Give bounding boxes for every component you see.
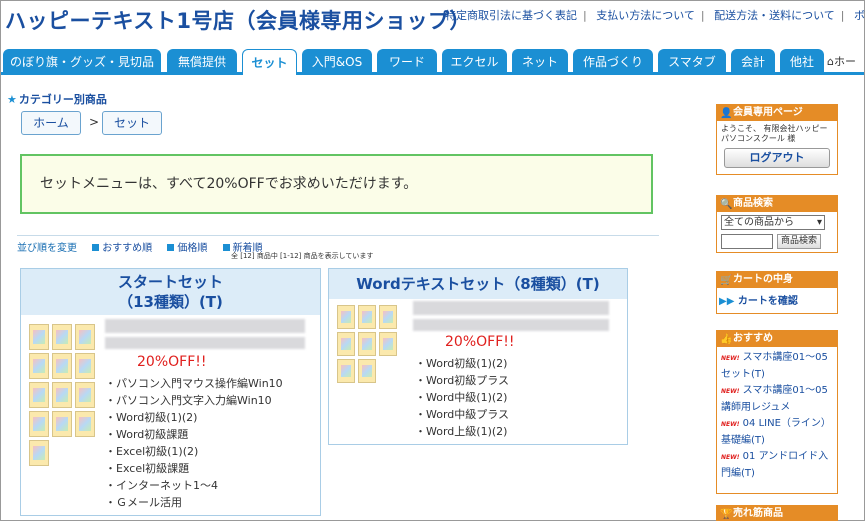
list-item: Word初級プラス (415, 372, 509, 389)
recommend-item[interactable]: NEW! 04 LINE（ライン）基礎編(T) (721, 416, 833, 449)
breadcrumb-home[interactable]: ホーム (21, 111, 81, 135)
new-badge: NEW! (721, 454, 740, 461)
list-item: Word中級(1)(2) (415, 389, 509, 406)
breadcrumb-separator: > (89, 115, 100, 129)
new-badge: NEW! (721, 388, 740, 395)
welcome-text: ようこそ、 有限会社ハッピーパソコンスクール 様 (721, 124, 828, 143)
star-icon: ★ (7, 93, 17, 106)
sort-recommended[interactable]: おすすめ順 (92, 243, 152, 254)
tab-word[interactable]: ワード (377, 49, 437, 75)
view-cart-link[interactable]: ▶▶ カートを確認 (717, 288, 837, 311)
product-title[interactable]: スタートセット （13種類）(T) (21, 269, 320, 315)
recommend-item[interactable]: NEW! スマホ講座01～05 講師用レジュメ (721, 383, 833, 416)
redacted-text (413, 301, 609, 315)
tab-accounting[interactable]: 会計 (731, 49, 775, 75)
tab-craft[interactable]: 作品づくり (573, 49, 653, 75)
tab-smartphone[interactable]: スマタブ (658, 49, 726, 75)
sort-label: 並び順を変更 (17, 243, 77, 254)
discount-label: 20%OFF!! (445, 334, 515, 350)
search-button[interactable]: 商品検索 (777, 234, 822, 249)
result-count: 全 [12] 商品中 [1-12] 商品を表示しています (231, 252, 374, 260)
logout-button[interactable]: ログアウト (724, 148, 830, 168)
bestseller-box-title: 🏆 売れ筋商品 (717, 506, 837, 521)
list-item: Excel初級課題 (105, 460, 283, 477)
shop-title[interactable]: ハッピーテキスト1号店（会員様専用ショップ） (5, 5, 471, 35)
tab-home[interactable]: ⌂ホー (827, 53, 856, 69)
list-item: Excel初級(1)(2) (105, 443, 283, 460)
redacted-text (413, 319, 609, 331)
list-item: Word初級(1)(2) (105, 409, 283, 426)
product-thumbnail[interactable] (29, 324, 95, 466)
new-badge: NEW! (721, 421, 740, 428)
list-item: Word初級課題 (105, 426, 283, 443)
product-item-list: パソコン入門マウス操作編Win10 パソコン入門文字入力編Win10 Word初… (105, 375, 283, 511)
top-links: 特定商取引法に基づく表記 | 支払い方法について | 配送方法・送料について | ボ (445, 9, 865, 22)
link-payment[interactable]: 支払い方法について (596, 9, 695, 22)
tab-free[interactable]: 無償提供 (167, 49, 237, 75)
sort-price[interactable]: 価格順 (167, 243, 207, 254)
list-item: パソコン入門文字入力編Win10 (105, 392, 283, 409)
recommend-item[interactable]: NEW! スマホ講座01～05セット(T) (721, 350, 833, 383)
list-item: Word中級プラス (415, 406, 509, 423)
product-card[interactable]: スタートセット （13種類）(T) 20%OFF!! パソコン入門マウス操作編W… (20, 268, 321, 516)
breadcrumb-current[interactable]: セット (102, 111, 162, 135)
redacted-text (105, 319, 305, 333)
user-icon: 👤 (720, 108, 733, 119)
link-shipping[interactable]: 配送方法・送料について (714, 9, 835, 22)
discount-label: 20%OFF!! (137, 354, 207, 370)
thumbs-up-icon: 👍 (720, 334, 733, 345)
list-item: インターネット1～4 (105, 477, 283, 494)
tab-net[interactable]: ネット (512, 49, 568, 75)
list-item: Word上級(1)(2) (415, 423, 509, 440)
cart-icon: 🛒 (720, 275, 733, 286)
cart-box-title: 🛒 カートの中身 (717, 272, 837, 288)
list-item: Word初級(1)(2) (415, 355, 509, 372)
discount-notice: セットメニューは、すべて20%OFFでお求めいただけます。 (20, 154, 653, 214)
member-box-title: 👤 会員専用ページ (717, 105, 837, 121)
search-box: 🔍商品検索 全ての商品から 商品検索 (716, 195, 838, 253)
search-icon: 🔍 (720, 199, 733, 210)
product-title[interactable]: Wordテキストセット（8種類）(T) (329, 269, 627, 299)
category-heading: ★ カテゴリー別商品 (7, 93, 107, 106)
cart-box: 🛒 カートの中身 ▶▶ カートを確認 (716, 271, 838, 314)
member-box: 👤 会員専用ページ ようこそ、 有限会社ハッピーパソコンスクール 様 ログアウト (716, 104, 838, 175)
list-item: パソコン入門マウス操作編Win10 (105, 375, 283, 392)
tab-intro-os[interactable]: 入門&OS (302, 49, 372, 75)
product-thumbnail[interactable] (337, 305, 397, 383)
new-badge: NEW! (721, 355, 740, 362)
site-header: ハッピーテキスト1号店（会員様専用ショップ） 特定商取引法に基づく表記 | 支払い… (1, 1, 865, 45)
recommend-box: 👍 おすすめ NEW! スマホ講座01～05セット(T) NEW! スマホ講座01… (716, 330, 838, 494)
product-item-list: Word初級(1)(2) Word初級プラス Word中級(1)(2) Word… (415, 355, 509, 440)
product-card[interactable]: Wordテキストセット（8種類）(T) 20%OFF!! Word初級(1)(2… (328, 268, 628, 445)
search-scope-select[interactable]: 全ての商品から (721, 215, 825, 230)
tab-excel[interactable]: エクセル (442, 49, 507, 75)
tab-other[interactable]: 他社 (780, 49, 824, 75)
trophy-icon: 🏆 (720, 509, 733, 520)
tab-set[interactable]: セット (242, 49, 297, 75)
recommend-box-title: 👍 おすすめ (717, 331, 837, 347)
home-icon: ⌂ (827, 55, 834, 68)
bestseller-box: 🏆 売れ筋商品 (716, 505, 838, 521)
search-box-title: 🔍 商品検索 (717, 196, 837, 212)
list-item: Ｇメール活用 (105, 494, 283, 511)
link-legal[interactable]: 特定商取引法に基づく表記 (445, 9, 577, 22)
link-more[interactable]: ボ (854, 9, 865, 22)
redacted-text (105, 337, 305, 349)
arrow-icon: ▶▶ (719, 296, 735, 307)
search-input[interactable] (721, 234, 773, 249)
recommend-item[interactable]: NEW! 01 アンドロイド入門編(T) (721, 449, 833, 482)
category-nav: のぼり旗・グッズ・見切品 無償提供 セット 入門&OS ワード エクセル ネット… (1, 49, 864, 75)
tab-nobori[interactable]: のぼり旗・グッズ・見切品 (3, 49, 161, 75)
